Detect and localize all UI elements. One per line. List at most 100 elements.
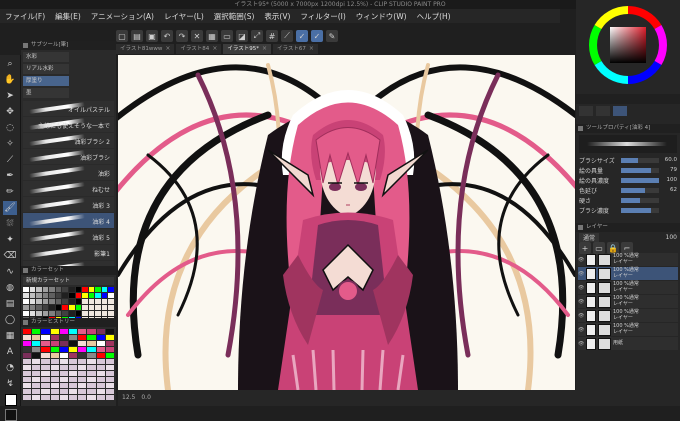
color-swatch[interactable] — [101, 311, 108, 316]
color-swatch[interactable] — [87, 341, 96, 346]
color-swatch[interactable] — [108, 299, 114, 304]
color-swatch[interactable] — [59, 347, 68, 352]
undo-icon[interactable]: ↶ — [161, 30, 173, 42]
color-swatch[interactable] — [49, 293, 55, 298]
layer-row[interactable]: 👁 100 %通常 レイヤー — [578, 309, 678, 322]
color-swatch[interactable] — [78, 359, 87, 364]
color-swatch[interactable] — [96, 383, 105, 388]
color-swatch[interactable] — [96, 377, 105, 382]
snap-ruler-icon[interactable]: ✓ — [311, 30, 323, 42]
auto-select-icon[interactable]: ✧ — [3, 137, 17, 151]
color-swatch[interactable] — [96, 341, 105, 346]
color-swatch[interactable] — [68, 359, 78, 364]
figure-icon[interactable]: ◯ — [3, 313, 17, 327]
menu-window[interactable]: ウィンドウ(W) — [351, 11, 412, 22]
redo-icon[interactable]: ↷ — [176, 30, 188, 42]
save-icon[interactable]: ▣ — [146, 30, 158, 42]
color-swatch[interactable] — [95, 299, 101, 304]
color-swatch[interactable] — [78, 377, 87, 382]
color-swatch[interactable] — [32, 353, 41, 358]
color-swatch[interactable] — [41, 329, 50, 334]
color-swatch[interactable] — [101, 293, 108, 298]
panel-menu-icon[interactable] — [578, 126, 583, 131]
color-swatch[interactable] — [95, 287, 101, 292]
color-swatch[interactable] — [69, 305, 75, 310]
new-layer-icon[interactable]: + — [579, 242, 591, 254]
color-swatch[interactable] — [49, 311, 55, 316]
edit-icon[interactable]: ✎ — [326, 30, 338, 42]
color-swatch[interactable] — [96, 329, 105, 334]
brush-item[interactable]: 主線にも使えそうな一本で — [23, 117, 114, 132]
menu-view[interactable]: 表示(V) — [259, 11, 295, 22]
eraser-icon[interactable]: ⌫ — [3, 249, 17, 263]
subtool-group-tab[interactable]: 厚塗り — [23, 76, 69, 86]
snap-icon[interactable]: ✓ — [296, 30, 308, 42]
color-swatch[interactable] — [87, 353, 96, 358]
color-swatch[interactable] — [41, 389, 50, 394]
color-swatch[interactable] — [55, 293, 62, 298]
toolprop-value[interactable]: 62 — [661, 187, 677, 193]
color-swatch[interactable] — [68, 347, 78, 352]
color-swatch[interactable] — [41, 347, 50, 352]
toolprop-slider[interactable] — [621, 177, 659, 183]
color-swatch[interactable] — [29, 299, 36, 304]
color-swatch[interactable] — [32, 377, 41, 382]
toolprop-value[interactable]: 79 — [661, 167, 677, 173]
color-swatch[interactable] — [23, 305, 29, 310]
color-swatch[interactable] — [75, 299, 82, 304]
color-swatch[interactable] — [87, 377, 96, 382]
color-swatch[interactable] — [42, 311, 49, 316]
color-swatch[interactable] — [69, 299, 75, 304]
color-swatch[interactable] — [62, 305, 68, 310]
layer-opacity-value[interactable]: 100 — [666, 234, 677, 241]
color-swatch[interactable] — [23, 335, 32, 340]
color-swatch[interactable] — [29, 311, 36, 316]
color-swatch[interactable] — [50, 365, 59, 370]
grid-icon[interactable]: # — [266, 30, 278, 42]
color-swatch[interactable] — [23, 365, 32, 370]
color-swatch[interactable] — [78, 371, 87, 376]
brush-item[interactable]: 油彩ブラシ — [23, 149, 114, 164]
clear-icon[interactable]: ✕ — [191, 30, 203, 42]
color-swatch[interactable] — [68, 383, 78, 388]
gradient-icon[interactable]: ▤ — [3, 297, 17, 311]
close-icon[interactable]: × — [309, 44, 314, 54]
color-swatch[interactable] — [87, 371, 96, 376]
toolprop-slider[interactable] — [621, 187, 659, 193]
move-layer-icon[interactable]: ✥ — [3, 105, 17, 119]
color-swatch[interactable] — [96, 353, 105, 358]
color-swatch[interactable] — [105, 365, 114, 370]
color-swatch[interactable] — [95, 293, 101, 298]
color-swatch[interactable] — [75, 311, 82, 316]
color-swatch[interactable] — [82, 311, 88, 316]
toolprop-value[interactable]: 100 — [661, 177, 678, 183]
panel-menu-icon[interactable] — [23, 268, 28, 273]
color-swatch[interactable] — [87, 329, 96, 334]
color-swatch[interactable] — [87, 395, 96, 400]
zoom-value[interactable]: 12.5 — [122, 390, 135, 406]
document-tab[interactable]: イラスト81www × — [116, 44, 175, 54]
subtool-group-tab[interactable]: リアル水彩 — [23, 64, 69, 74]
color-swatch[interactable] — [32, 341, 41, 346]
color-swatch[interactable] — [87, 359, 96, 364]
color-swatch[interactable] — [87, 347, 96, 352]
subtool-group-tab[interactable]: 墨 — [23, 88, 69, 98]
color-swatch[interactable] — [23, 371, 32, 376]
brush-item[interactable]: オイルパステル — [23, 101, 114, 116]
color-swatch[interactable] — [87, 335, 96, 340]
brush-icon[interactable]: 🖌 — [3, 201, 17, 215]
color-swatch[interactable] — [105, 395, 114, 400]
color-swatch[interactable] — [23, 287, 29, 292]
size-preset-icon[interactable] — [613, 106, 627, 116]
color-swatch[interactable] — [32, 347, 41, 352]
color-swatch[interactable] — [41, 365, 50, 370]
color-swatch[interactable] — [59, 377, 68, 382]
menu-file[interactable]: ファイル(F) — [0, 11, 50, 22]
color-swatch[interactable] — [23, 395, 32, 400]
color-swatch[interactable] — [55, 305, 62, 310]
eye-icon[interactable]: 👁 — [578, 299, 584, 305]
color-swatch[interactable] — [75, 305, 82, 310]
color-swatch[interactable] — [96, 395, 105, 400]
color-swatch[interactable] — [96, 347, 105, 352]
balloon-icon[interactable]: ◔ — [3, 361, 17, 375]
